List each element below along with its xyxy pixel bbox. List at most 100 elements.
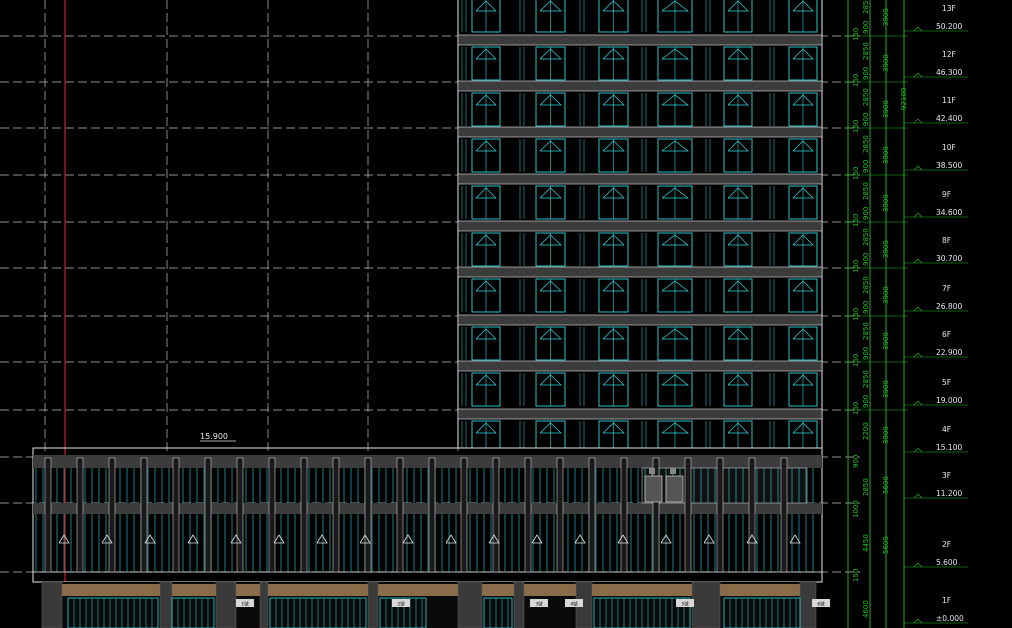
dimension-text-outer: 3900 (882, 8, 890, 26)
dimension-text: 4600 (862, 600, 870, 618)
dimension-text: 900 (862, 253, 870, 266)
canopy-band (62, 584, 802, 596)
dimension-text-outer: 3900 (882, 54, 890, 72)
floor-elevation-label: ±0.000 (936, 614, 964, 623)
floor-name-label: 2F (942, 540, 951, 549)
ground-column (215, 581, 237, 628)
dimension-text: 150 (852, 308, 860, 321)
podium-fin (300, 457, 308, 573)
dimension-text: 900 (862, 67, 870, 80)
podium-door (644, 475, 663, 503)
dimension-text: 150 (852, 354, 860, 367)
shop-sign-label: 3號 (535, 601, 543, 608)
floor-elevation-label: 11.200 (936, 489, 962, 498)
dimension-text: 4450 (862, 534, 870, 552)
podium-fin (524, 457, 532, 573)
dimension-text-outer: 3900 (882, 380, 890, 398)
podium-fin (236, 457, 244, 573)
podium-fin (76, 457, 84, 573)
floor-elevation-label: 26.800 (936, 302, 962, 311)
dimension-text: 150 (852, 120, 860, 133)
floor-elevation-label: 22.900 (936, 348, 962, 357)
podium-fin (428, 457, 436, 573)
ground-column (367, 581, 379, 628)
floor-name-label: 10F (942, 143, 956, 152)
podium-fin (780, 457, 788, 573)
floor-slab (457, 220, 823, 232)
podium-fin (716, 457, 724, 573)
floor-elevation-label: 19.000 (936, 396, 962, 405)
podium-mid-band (33, 503, 822, 514)
shop-sign-label: 4號 (570, 601, 578, 608)
dimension-text: 2850 (862, 42, 870, 60)
dimension-text: 1000 (852, 500, 860, 518)
cad-elevation-drawing[interactable]: 1號 2號 3號 4號 5號 6號 285090015028509001502850900… (0, 0, 1012, 628)
podium-fin (268, 457, 276, 573)
dimension-text: 900 (852, 455, 860, 468)
ground-column (513, 581, 525, 628)
podium-roof-elevation-label: 15.900 (200, 432, 228, 441)
floor-slab (457, 173, 823, 185)
dimension-text: 150 (852, 402, 860, 415)
dimension-text: 900 (862, 207, 870, 220)
floor-name-label: 9F (942, 190, 951, 199)
floor-name-label: 4F (942, 425, 951, 434)
dimension-text: 150 (852, 28, 860, 41)
shop-sign-label: 2號 (397, 601, 405, 608)
dimension-text-outer: 5600 (882, 476, 890, 494)
floor-elevation-label: 50.200 (936, 22, 962, 31)
dimension-text: 900 (862, 160, 870, 173)
floor-slab (457, 408, 823, 420)
shop-sign-label: 5號 (681, 601, 689, 608)
podium-fin (492, 457, 500, 573)
podium-door (665, 475, 684, 503)
floor-elevation-label: 5.600 (936, 558, 958, 567)
floor-elevation-label: 42.400 (936, 114, 962, 123)
floor-elevation-label: 34.600 (936, 208, 962, 217)
ground-floor-shopfront: 1號 2號 3號 4號 5號 6號 (41, 581, 830, 628)
ground-column (457, 581, 483, 628)
dimension-text-outer: 3900 (882, 426, 890, 444)
floor-slab (457, 126, 823, 138)
podium-fin (332, 457, 340, 573)
dimension-text: 2850 (862, 135, 870, 153)
floor-elevation-label: 46.300 (936, 68, 962, 77)
dimension-text: 900 (862, 347, 870, 360)
dimension-text: 2850 (862, 88, 870, 106)
dimension-text: 150 (852, 167, 860, 180)
podium-fin (140, 457, 148, 573)
shop-sign-label: 6號 (817, 601, 825, 608)
floor-slab (457, 80, 823, 92)
floor-name-label: 7F (942, 284, 951, 293)
dimension-text: 2850 (862, 322, 870, 340)
dimension-text: 900 (862, 113, 870, 126)
floor-name-label: 6F (942, 330, 951, 339)
shop-sign-label: 1號 (241, 601, 249, 608)
floor-name-label: 3F (942, 471, 951, 480)
dimension-text-outer: 3900 (882, 146, 890, 164)
floor-name-label: 12F (942, 50, 956, 59)
dimension-text-outer: 3900 (882, 240, 890, 258)
ground-column (691, 581, 721, 628)
podium-fin (684, 457, 692, 573)
floor-slab (457, 266, 823, 278)
podium-fin (460, 457, 468, 573)
floor-name-label: 13F (942, 4, 956, 13)
podium-fin (556, 457, 564, 573)
dimension-text: 2850 (862, 370, 870, 388)
podium-fin (44, 457, 52, 573)
ground-column (159, 581, 173, 628)
dimension-text: 2850 (862, 276, 870, 294)
floor-slab (457, 314, 823, 326)
floor-name-label: 5F (942, 378, 951, 387)
dimension-text: 150 (852, 569, 860, 582)
dimension-text: 2850 (862, 228, 870, 246)
podium-fin (204, 457, 212, 573)
ground-column (41, 581, 63, 628)
dimension-text-outer: 3900 (882, 194, 890, 212)
podium-fin (588, 457, 596, 573)
dimension-text: 150 (852, 260, 860, 273)
dimension-text: 900 (862, 395, 870, 408)
dimension-text-outer: 3900 (882, 100, 890, 118)
dimension-text-outer: 3900 (882, 332, 890, 350)
